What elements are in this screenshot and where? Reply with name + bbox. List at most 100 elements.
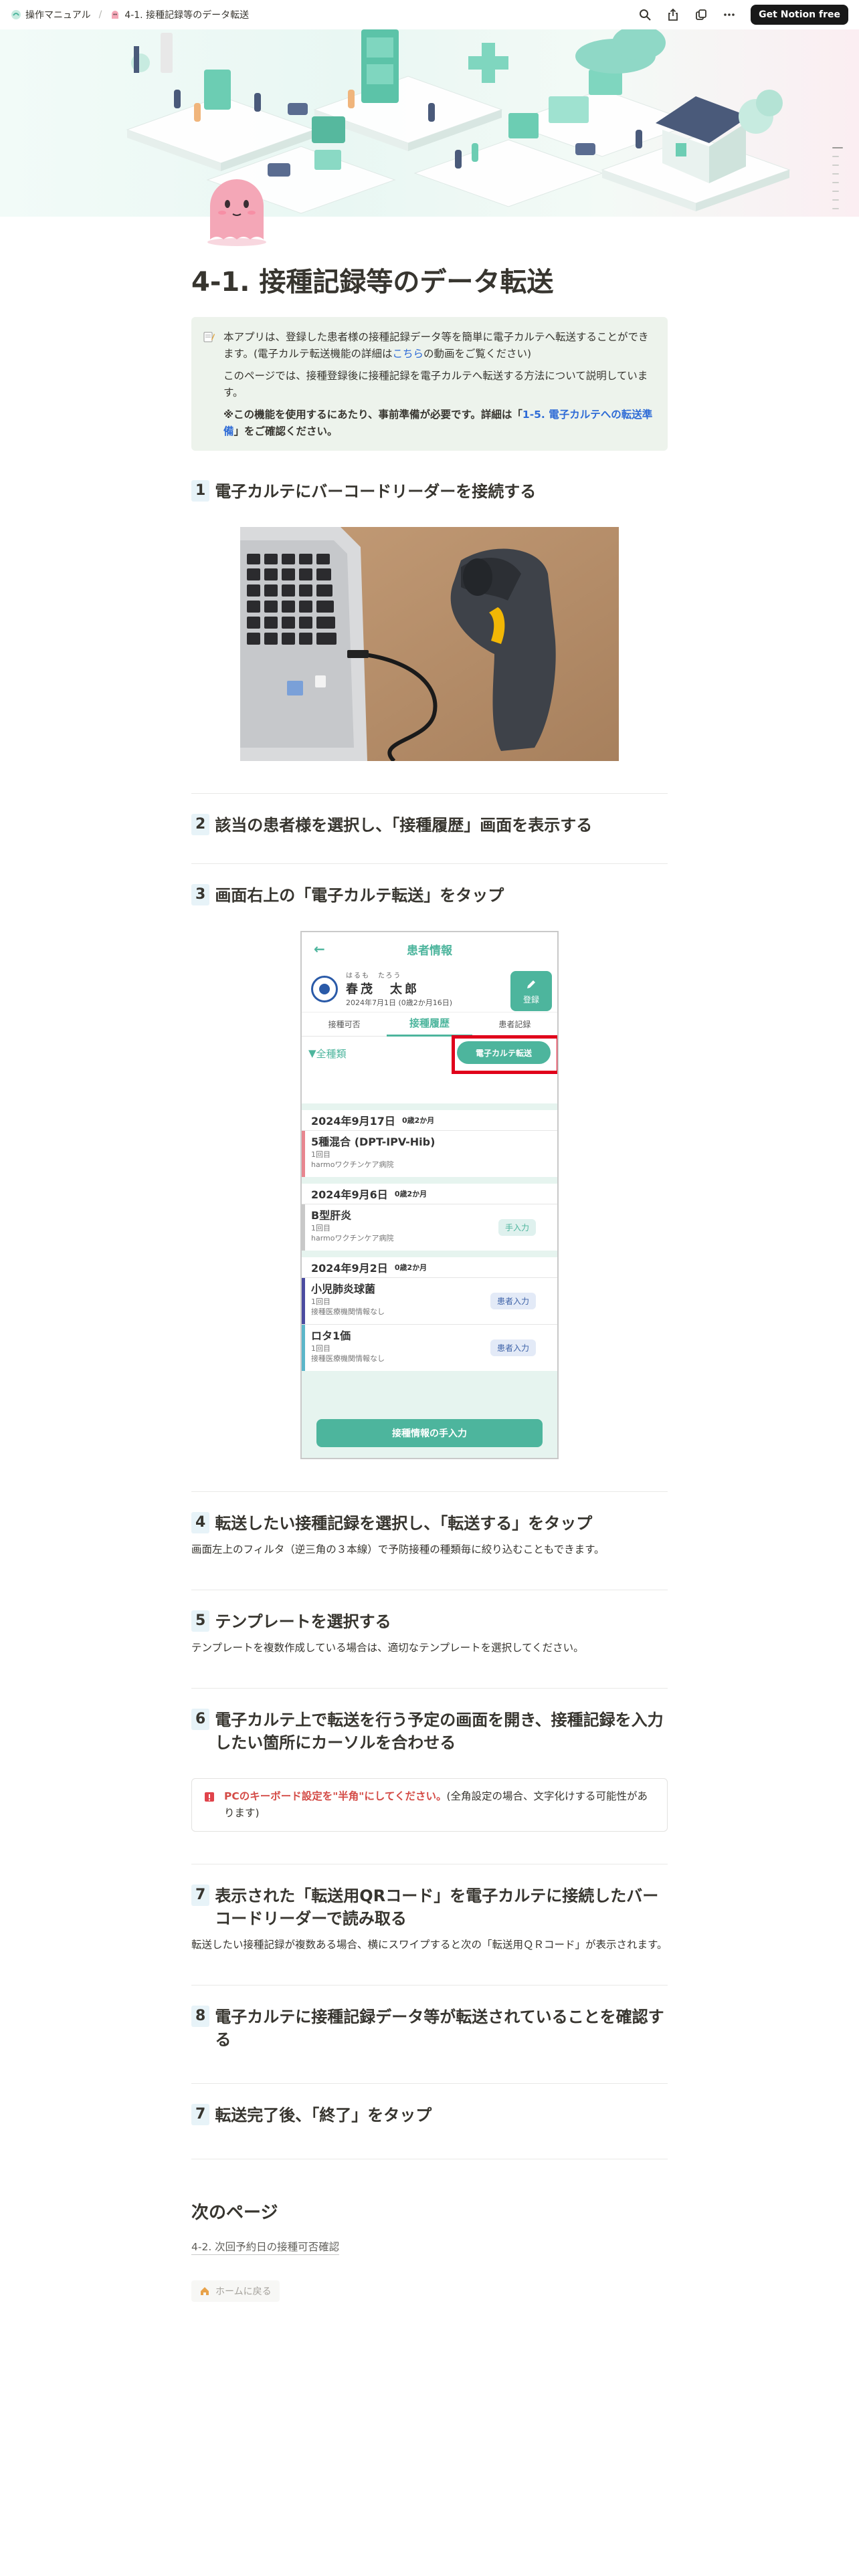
filter-row: ▼ 全種類 電子カルテ転送 [302, 1035, 557, 1074]
tab-patient-record: 患者記録 [498, 1019, 531, 1029]
patient-ruby: はるも たろう [346, 972, 402, 980]
step-description: テンプレートを複数作成している場合は、適切なテンプレートを選択してください。 [191, 1642, 584, 1654]
callout-text: 」をご確認ください。 [233, 425, 338, 437]
more-icon[interactable] [723, 8, 736, 21]
divider [191, 863, 668, 864]
step-4: 4 転送したい接種記録を選択し、「転送する」をタップ 画面左上のフィルタ（逆三角の… [191, 1512, 668, 1558]
patient-summary: はるも たろう 春茂 太郎 2024年7月1日 (0歳2か月16日) 登録 [302, 966, 557, 1012]
patient-info-screenshot: ← 患者情報 はるも たろう 春茂 太郎 2024年7月1日 (0歳2か月16日… [300, 931, 559, 1459]
get-notion-free-button[interactable]: Get Notion free [751, 5, 848, 25]
date-label: 2024年9月17日 [311, 1115, 395, 1128]
top-bar: 操作マニュアル / 4-1. 接種記録等のデータ転送 Get Notion fr… [0, 0, 859, 29]
patient-dob: 2024年7月1日 (0歳2か月16日) [346, 998, 453, 1007]
step-description: 転送したい接種記録が複数ある場合、横にスワイプすると次の「転送用ＱＲコード」が表… [191, 1939, 668, 1951]
phone-header-title: 患者情報 [407, 944, 452, 958]
history-date: 2024年9月17日 0歳2か月 [302, 1103, 557, 1130]
ghost-page-icon-large[interactable] [198, 167, 276, 247]
breadcrumb-current[interactable]: 4-1. 接種記録等のデータ転送 [124, 8, 249, 21]
vaccine-dose: 1回目 [311, 1150, 330, 1159]
step-title: 電子カルテにバーコードリーダーを接続する [215, 482, 537, 501]
divider [191, 793, 668, 794]
step-number: 4 [191, 1512, 210, 1533]
list-item: B型肝炎 1回目 harmoワクチンケア病院 手入力 [302, 1204, 557, 1251]
step-3: 3 画面右上の「電子カルテ転送」をタップ [191, 884, 668, 907]
tab-vaccination-history: 接種履歴 [387, 1012, 472, 1037]
back-arrow-icon: ← [314, 941, 325, 957]
cover-illustration [126, 29, 791, 214]
status-badge: 患者入力 [490, 1339, 536, 1356]
filter-icon: ▼ [308, 1047, 316, 1059]
register-button: 登録 [510, 971, 552, 1011]
vaccine-color-bar [302, 1325, 305, 1371]
callout-text: の動画をご覧ください) [423, 348, 532, 360]
step-2: 2 該当の患者様を選択し、「接種履歴」画面を表示する [191, 814, 668, 837]
step-number: 3 [191, 884, 210, 905]
vaccine-name: 5種混合 (DPT-IPV-Hib) [311, 1136, 436, 1148]
vaccine-clinic: harmoワクチンケア病院 [311, 1160, 394, 1169]
step-title: 画面右上の「電子カルテ転送」をタップ [215, 886, 504, 905]
list-item: ロタ1価 1回目 接種医療機関情報なし 患者入力 [302, 1324, 557, 1371]
vaccine-color-bar [302, 1278, 305, 1324]
patient-name: 春茂 太郎 [346, 982, 419, 996]
keyboard-warning-callout: PCのキーボード設定を"半角"にしてください。(全角設定の場合、文字化けする可能… [191, 1778, 668, 1832]
table-of-contents-indicator[interactable] [832, 147, 843, 217]
vaccination-history-list: 2024年9月17日 0歳2か月 5種混合 (DPT-IPV-Hib) 1回目 h… [302, 1103, 557, 1458]
step-title: 表示された「転送用QRコード」を電子カルテに接続したバーコードリーダーで読み取る [215, 1887, 659, 1928]
phone-header: ← 患者情報 [302, 932, 557, 966]
step-number: 2 [191, 814, 210, 835]
warning-emphasis: PCのキーボード設定を"半角"にしてください。 [224, 1790, 447, 1802]
share-icon[interactable] [666, 8, 680, 21]
home-button-label: ホームに戻る [215, 2286, 272, 2297]
step-title: 転送完了後、「終了」をタップ [215, 2106, 432, 2125]
next-page-heading: 次のページ [191, 2203, 278, 2223]
list-item: 小児肺炎球菌 1回目 接種医療機関情報なし 患者入力 [302, 1277, 557, 1324]
ghost-page-icon [112, 11, 119, 19]
status-badge: 患者入力 [490, 1293, 536, 1309]
callout-line-3: ※この機能を使用するにあたり、事前準備が必要です。詳細は「1-5. 電子カルテへ… [223, 407, 654, 440]
step-description: 画面左上のフィルタ（逆三角の３本線）で予防接種の種類毎に絞り込むこともできます。 [191, 1543, 605, 1555]
warning-icon [205, 1792, 214, 1802]
tab-vaccination-eligibility: 接種可否 [328, 1019, 361, 1029]
search-icon[interactable] [638, 8, 652, 21]
breadcrumb-separator: / [98, 9, 102, 20]
list-item: 5種混合 (DPT-IPV-Hib) 1回目 harmoワクチンケア病院 [302, 1130, 557, 1177]
step-number: 5 [191, 1610, 210, 1632]
duplicate-icon[interactable] [694, 8, 708, 21]
home-button[interactable]: ホームに戻る [191, 2280, 280, 2302]
callout-line-1: 本アプリは、登録した患者様の接種記録データ等を簡単に電子カルテへ転送することがで… [223, 329, 654, 362]
video-link[interactable]: こちら [393, 348, 424, 360]
memo-icon [203, 332, 215, 342]
step-number: 7 [191, 1885, 210, 1906]
step-title: 電子カルテ上で転送を行う予定の画面を開き、接種記録を入力したい箇所にカーソルを合… [215, 1711, 664, 1752]
step-7-qr: 7 表示された「転送用QRコード」を電子カルテに接続したバーコードリーダーで読み取… [191, 1885, 668, 1953]
breadcrumb-parent[interactable]: 操作マニュアル [25, 8, 91, 21]
phone-tabs: 接種可否 接種履歴 患者記録 [302, 1012, 557, 1037]
step-number: 1 [191, 480, 210, 502]
step-number: 7 [191, 2104, 210, 2125]
history-date: 2024年9月6日 0歳2か月 [302, 1177, 557, 1204]
step-title: 該当の患者様を選択し、「接種履歴」画面を表示する [215, 816, 593, 835]
intro-callout: 本アプリは、登録した患者様の接種記録データ等を簡単に電子カルテへ転送することがで… [191, 317, 668, 451]
step-8: 8 電子カルテに接種記録データ等が転送されていることを確認する [191, 2006, 668, 2051]
callout-line-2: このページでは、接種登録後に接種記録を電子カルテへ転送する方法について説明してい… [223, 370, 648, 399]
home-icon [201, 2287, 209, 2295]
highlight-box [452, 1035, 557, 1074]
step-number: 6 [191, 1709, 210, 1730]
age-label: 0歳2か月 [394, 1263, 427, 1272]
date-label: 2024年9月2日 [311, 1262, 388, 1275]
breadcrumb: 操作マニュアル / 4-1. 接種記録等のデータ転送 [11, 8, 249, 21]
page-title: 4-1. 接種記録等のデータ転送 [191, 267, 554, 298]
next-page-link[interactable]: 4-2. 次回予約日の接種可否確認 [191, 2240, 340, 2255]
status-badge: 手入力 [498, 1219, 536, 1236]
vaccine-color-bar [302, 1131, 305, 1177]
step-title: 転送したい接種記録を選択し、「転送する」をタップ [215, 1514, 593, 1533]
page-content: 4-1. 接種記録等のデータ転送 本アプリは、登録した患者様の接種記録データ等を… [191, 261, 668, 2302]
vaccine-color-bar [302, 1204, 305, 1251]
date-label: 2024年9月6日 [311, 1188, 388, 1201]
manual-page-icon [11, 10, 21, 19]
step-1: 1 電子カルテにバーコードリーダーを接続する [191, 480, 668, 503]
pencil-icon [527, 980, 535, 988]
history-date: 2024年9月2日 0歳2か月 [302, 1251, 557, 1277]
avatar [311, 975, 338, 1002]
divider [191, 2083, 668, 2084]
